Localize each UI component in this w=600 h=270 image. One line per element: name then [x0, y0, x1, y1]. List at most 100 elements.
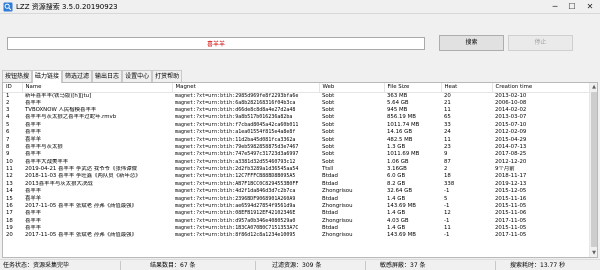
row-date: 2017-11-05	[495, 232, 527, 239]
row-magnet: magnet:?xt=urn:btih:d66de8c8d8a4e27d2a48	[175, 107, 296, 114]
table-row[interactable]: 12 2018-11-03 喜羊羊 李旺鑫《两队员《新年恋》 magnet:?xt=…	[3, 173, 590, 180]
column-header[interactable]: Web	[319, 83, 385, 93]
row-web: Sobt	[322, 158, 335, 165]
row-magnet: magnet:?xt=urn:btih:79eb5982858875d3e746…	[175, 143, 299, 150]
table-row[interactable]: 4 喜羊羊与灰太狼之喜羊羊过蛇年.rmvb magnet:?xt=urn:btih:…	[3, 114, 590, 121]
row-magnet: magnet:?xt=urn:btih:8f86d12c8a1234e10095	[175, 232, 296, 239]
row-magnet: magnet:?xt=urn:btih:d957a0b346e4080529a0	[175, 217, 296, 224]
row-web: Sobt	[322, 129, 335, 136]
table-row[interactable]: 2 喜羊羊 magnet:?xt=urn:btih:6a8b282168316f04…	[3, 100, 590, 107]
scrollbar-thumb[interactable]	[591, 92, 597, 247]
row-date: 2012-12-20	[495, 158, 527, 165]
row-size: 1.4 GB	[387, 210, 406, 217]
title-bar[interactable]: LZZ 资源搜索 3.5.0.20190923 ─ ☐ ✕	[0, 0, 600, 14]
row-size: 8.2 GB	[387, 180, 406, 187]
row-heat: 9	[444, 151, 448, 158]
table-row[interactable]: 10 喜羊羊大战美羊羊 magnet:?xt=urn:btih:a3381d32d5…	[3, 159, 590, 166]
row-name: 喜羊羊	[25, 129, 42, 136]
tab-item[interactable]: 磁力链接	[32, 70, 63, 83]
row-size: 32.64 GB	[387, 188, 413, 195]
row-magnet: magnet:?xt=urn:btih:747e5497c31723d3a699…	[175, 151, 299, 158]
search-input[interactable]	[7, 37, 425, 50]
table-row[interactable]: 1 新年喜羊羊(铁马版)[h][jtu] magnet:?xt=urn:btih:2…	[3, 92, 590, 100]
row-magnet: magnet:?xt=urn:btih:a1ea01554f815e4a8e8f	[175, 129, 296, 136]
row-magnet: magnet:?xt=urn:btih:11d2ba45d081fca3362a	[175, 136, 296, 143]
row-web: Sobt	[322, 114, 335, 121]
row-magnet: magnet:?xt=urn:btih:1B3CA070B0C7151353A7…	[175, 225, 299, 232]
search-button[interactable]: 搜索	[439, 35, 504, 51]
row-web: Zhongrisou	[322, 188, 353, 195]
row-web: Sobt	[322, 107, 335, 114]
table-row[interactable]: 18 喜羊羊 magnet:?xt=urn:btih:d957a0b346e4080…	[3, 218, 590, 225]
table-row[interactable]: 16 2017-11-05 喜羊羊 张斌老 孙弗《商值最强》 magnet:?xt=…	[3, 203, 590, 210]
column-header[interactable]: Name	[22, 83, 173, 93]
column-header[interactable]: Heat	[441, 83, 493, 93]
table-row[interactable]: 9 喜羊羊 magnet:?xt=urn:btih:747e5497c31723d3…	[3, 151, 590, 158]
row-date: 2017-11-05	[495, 217, 527, 224]
tab-item[interactable]: 输出日志	[92, 70, 123, 82]
column-header[interactable]: ID	[3, 83, 23, 93]
row-magnet: magnet:?xt=urn:btih:12C7FFFCB88BD8B095A5	[175, 173, 296, 180]
row-id: 14	[6, 188, 13, 195]
row-date: 2014-02-02	[495, 107, 527, 114]
column-header[interactable]: Creation time	[492, 83, 591, 93]
vertical-scrollbar[interactable]: ▲ ▼	[589, 83, 597, 257]
tab-item[interactable]: 按钮热搜	[2, 70, 33, 82]
row-date: 2015-07-10	[495, 121, 527, 128]
minimize-icon[interactable]: ─	[548, 0, 562, 14]
row-size: 3.16GB	[387, 166, 407, 173]
row-size: 14.16 GB	[387, 129, 413, 136]
row-id: 9	[6, 151, 10, 158]
tab-item[interactable]: 筛选过滤	[62, 70, 93, 82]
row-date: 9个月前	[495, 166, 515, 173]
row-name: TVBOXNOW 人民楷模喜羊羊	[25, 107, 97, 114]
row-magnet: magnet:?xt=urn:btih:AB7F1BCC0C8294553B0F…	[175, 180, 299, 187]
row-id: 11	[6, 166, 13, 173]
row-web: Zhongrisou	[322, 202, 353, 209]
table-row[interactable]: 20 2017-11-05 喜羊羊 张斌老 孙弗《商值最强》 magnet:?xt=…	[3, 232, 590, 239]
maximize-icon[interactable]: ☐	[565, 0, 579, 14]
scroll-up-icon[interactable]: ▲	[590, 83, 597, 91]
table-row[interactable]: 19 喜羊羊 magnet:?xt=urn:btih:1B3CA070B0C7151…	[3, 225, 590, 232]
table-row[interactable]: 17 喜羊羊 magnet:?xt=urn:btih:08EFB1912EF4210…	[3, 210, 590, 217]
row-magnet: magnet:?xt=urn:btih:08EFB1912EF42102346E	[175, 210, 296, 217]
window-title: LZZ 资源搜索 3.5.0.20190923	[16, 3, 118, 11]
stop-button[interactable]: 停止	[508, 35, 573, 51]
row-date: 2013-02-10	[495, 92, 527, 99]
row-magnet: magnet:?xt=urn:btih:f7cbad8045a42ca60b01…	[175, 121, 299, 128]
row-id: 12	[6, 173, 13, 180]
table-row[interactable]: 13 2013喜羊羊与灰太狼大决战 magnet:?xt=urn:btih:AB7F…	[3, 181, 590, 188]
tab-item[interactable]: 打赏帮助	[152, 70, 183, 82]
row-id: 10	[6, 158, 13, 165]
table-row[interactable]: 5 喜羊羊 magnet:?xt=urn:btih:f7cbad8045a42ca6…	[3, 122, 590, 129]
row-name: 喜羊羊	[25, 225, 42, 232]
row-heat: 11	[444, 225, 451, 232]
scroll-down-icon[interactable]: ▼	[590, 249, 597, 257]
tab-item[interactable]: 设置中心	[122, 70, 153, 82]
row-size: 1.4 GB	[387, 195, 406, 202]
table-row[interactable]: 11 2019-04-21 喜羊羊 李武达 我爷爷《张伟谭微 magnet:?xt=…	[3, 166, 590, 173]
table-row[interactable]: 8 喜羊羊与灰太狼 magnet:?xt=urn:btih:79eb59828588…	[3, 144, 590, 151]
row-date: 2012-02-09	[495, 129, 527, 136]
row-web: Sobt	[322, 121, 335, 128]
table-row[interactable]: 6 喜羊羊 magnet:?xt=urn:btih:a1ea01554f815e4a…	[3, 129, 590, 136]
row-date: 2015-11-16	[495, 195, 527, 202]
table-header: ID Name Magnet Web File Size Heat Creation tim…	[3, 83, 591, 93]
table-row[interactable]: 14 喜羊羊 magnet:?xt=urn:btih:4d2f1da846d3d7c…	[3, 188, 590, 195]
table-row[interactable]: 3 TVBOXNOW 人民楷模喜羊羊 magnet:?xt=urn:btih:d66…	[3, 107, 590, 114]
close-icon[interactable]: ✕	[583, 0, 597, 14]
row-id: 2	[6, 99, 10, 106]
row-name: 喜羊羊	[25, 99, 42, 106]
row-web: Zhongrisou	[322, 217, 353, 224]
row-date: 2015-11-05	[495, 202, 527, 209]
status-divider	[120, 261, 121, 270]
results-table[interactable]: ID Name Magnet Web File Size Heat Creation tim…	[2, 82, 598, 258]
row-name: 2017-11-05 喜羊羊 张斌老 孙弗《商值最强》	[25, 232, 137, 239]
row-magnet: magnet:?xt=urn:btih:9a8b517b016236a82ba	[175, 114, 293, 121]
column-header[interactable]: File Size	[384, 83, 442, 93]
row-heat: 2	[444, 166, 448, 173]
table-row[interactable]: 7 喜羊羊 magnet:?xt=urn:btih:11d2ba45d081fca3…	[3, 136, 590, 143]
table-row[interactable]: 15 喜羊羊 magnet:?xt=urn:btih:2396BDF9068901A…	[3, 195, 590, 202]
row-name: 2019-04-21 喜羊羊 李武达 我爷爷《张伟谭微	[25, 166, 137, 173]
column-header[interactable]: Magnet	[172, 83, 320, 93]
